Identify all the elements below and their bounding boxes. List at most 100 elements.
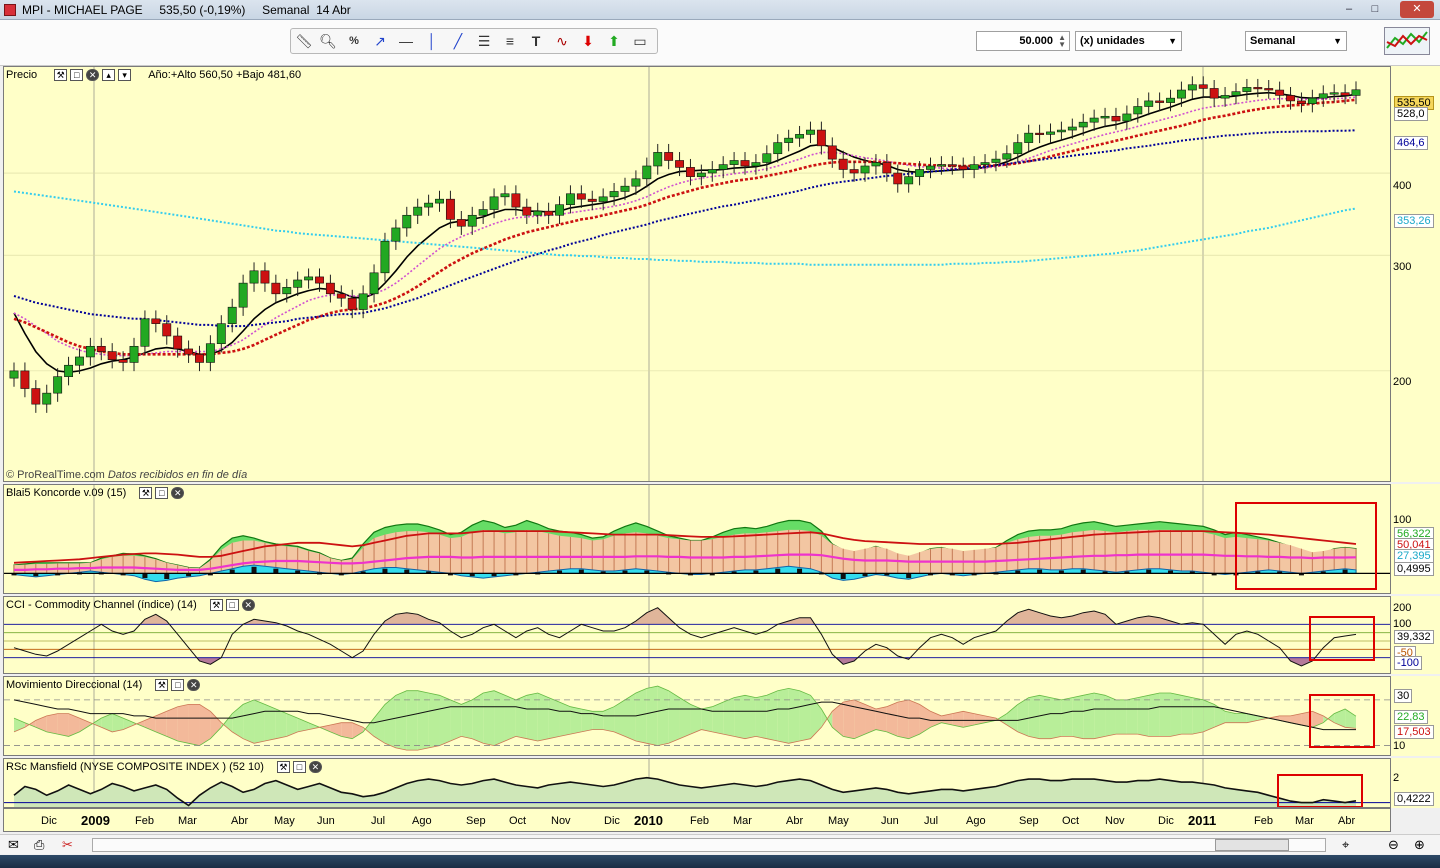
date-axis-label: Feb [1254, 815, 1273, 827]
candle-body [456, 219, 466, 227]
dmi-negative-band [897, 699, 909, 739]
move-down-icon[interactable]: ▾ [118, 69, 132, 81]
fibonacci-icon[interactable]: ☰ [473, 31, 495, 51]
candle-body [1329, 92, 1339, 95]
candle-body [424, 202, 434, 208]
zoom-in-icon[interactable]: ⊕ [1414, 837, 1425, 853]
wrench-icon[interactable]: ⚒ [54, 69, 68, 81]
units-select[interactable]: (x) unidades ▼ [1075, 31, 1182, 51]
price-tick-300: 300 [1393, 261, 1412, 273]
koncorde-panel-title: Blai5 Koncorde v.09 (15) [6, 487, 127, 499]
price-panel-title: Precio [6, 69, 38, 81]
candle-body [718, 164, 728, 170]
candle-body [9, 370, 19, 379]
rsc-tick-2: 2 [1393, 772, 1400, 784]
rsc-axis: 2 0,4222 [1391, 758, 1440, 808]
dmi-positive-band [788, 688, 800, 744]
koncorde-panel[interactable]: Blai5 Koncorde v.09 (15) ⚒ □ ✕ [3, 484, 1391, 594]
quantity-input[interactable]: 50.000 ▲ ▼ [976, 31, 1070, 51]
delete-icon[interactable]: ✂ [62, 837, 73, 853]
candle-body [391, 227, 401, 242]
window-icon[interactable]: □ [155, 487, 169, 499]
candle-body [587, 198, 597, 202]
price-panel[interactable]: Precio ⚒ □ ✕ ▴ ▾ Año:+Alto 560,50 +Bajo … [3, 66, 1391, 482]
dmi-panel[interactable]: Movimiento Direccional (14) ⚒ □ ✕ [3, 676, 1391, 756]
candle-body [1046, 131, 1055, 135]
window-icon[interactable]: □ [70, 69, 84, 81]
candle-body [980, 162, 990, 165]
sell-arrow-icon[interactable]: ⬇ [577, 31, 599, 51]
close-button[interactable]: ✕ [1400, 1, 1434, 18]
dmi-chart [4, 677, 1390, 755]
zoom-out-icon[interactable]: ⊖ [1388, 837, 1399, 853]
window-icon[interactable]: □ [292, 761, 306, 773]
price-tick-200: 200 [1393, 376, 1412, 388]
dmi-negative-band [188, 704, 200, 746]
percent-tool-icon[interactable]: % [343, 31, 365, 51]
indicators-icon[interactable] [1384, 27, 1430, 55]
close-panel-icon[interactable]: ✕ [171, 487, 185, 499]
cci-panel[interactable]: CCI - Commodity Channel (índice) (14) ⚒ … [3, 596, 1391, 674]
wrench-icon[interactable]: ⚒ [276, 761, 290, 773]
maximize-button[interactable]: □ [1362, 1, 1388, 18]
date-axis-label: Mar [178, 815, 197, 827]
timeframe-select[interactable]: Semanal ▼ [1245, 31, 1347, 51]
zoom-icon[interactable]: 🔍︎ [317, 31, 339, 51]
credit-note: Datos recibidos en fin de día [107, 469, 248, 481]
dmi-positive-band [221, 713, 233, 732]
candle-body [969, 164, 979, 170]
candle-body [227, 306, 237, 324]
dmi-positive-band [363, 718, 375, 737]
window-icon[interactable]: □ [225, 599, 239, 611]
horizontal-line-icon[interactable]: — [395, 31, 417, 51]
minimize-button[interactable]: – [1336, 1, 1362, 18]
candle-body [271, 282, 281, 295]
close-panel-icon[interactable]: ✕ [187, 679, 201, 691]
candle-body [1264, 88, 1274, 91]
candle-body [522, 206, 532, 216]
ray-icon[interactable]: ╱ [447, 31, 469, 51]
text-tool-icon[interactable]: T [525, 31, 547, 51]
wrench-icon[interactable]: ⚒ [209, 599, 223, 611]
vertical-line-icon[interactable]: │ [421, 31, 443, 51]
candle-body [784, 137, 794, 143]
close-panel-icon[interactable]: ✕ [86, 69, 100, 81]
candle-body [675, 160, 684, 168]
candle-body [173, 335, 183, 350]
window-icon[interactable]: □ [171, 679, 185, 691]
dmi-negative-band [952, 711, 964, 728]
move-up-icon[interactable]: ▴ [102, 69, 116, 81]
close-panel-icon[interactable]: ✕ [241, 599, 255, 611]
fit-zoom-icon[interactable]: ⌖ [1342, 837, 1349, 853]
rsc-value-box: 0,4222 [1394, 792, 1434, 806]
mail-icon[interactable]: ✉ [8, 837, 19, 853]
dmi-positive-band [450, 699, 462, 741]
candle-body [184, 348, 194, 355]
channel-icon[interactable]: ≡ [499, 31, 521, 51]
candle-body [1209, 88, 1219, 99]
quantity-stepper-icon[interactable]: ▲ ▼ [1058, 34, 1066, 49]
trend-line-icon[interactable]: ↗ [369, 31, 391, 51]
print-icon[interactable]: ⎙ [34, 837, 44, 853]
dmi-negative-band [886, 702, 898, 737]
ma-blue-box: 464,6 [1394, 136, 1428, 150]
horizontal-scrollbar[interactable] [92, 838, 1326, 852]
candle-body [686, 167, 695, 177]
wrench-icon[interactable]: ⚒ [155, 679, 169, 691]
dmi-positive-band [232, 704, 244, 739]
scrollbar-thumb[interactable] [1215, 839, 1289, 851]
buy-arrow-icon[interactable]: ⬆ [603, 31, 625, 51]
candle-body [740, 160, 750, 167]
indicator-icon[interactable]: ∿ [551, 31, 573, 51]
candle-body [31, 388, 41, 405]
rectangle-tool-icon[interactable]: ▭ [629, 31, 651, 51]
candle-body [609, 191, 619, 198]
cci-line [13, 607, 1357, 667]
koncorde-blue-box: 27,395 [1394, 549, 1434, 563]
close-panel-icon[interactable]: ✕ [308, 761, 322, 773]
date-axis-label: Jun [317, 815, 335, 827]
candle-body [904, 176, 914, 185]
ruler-icon[interactable]: 📏︎ [293, 31, 315, 51]
rsc-panel[interactable]: RSc Mansfield (NYSE COMPOSITE INDEX ) (5… [3, 758, 1391, 808]
wrench-icon[interactable]: ⚒ [139, 487, 153, 499]
